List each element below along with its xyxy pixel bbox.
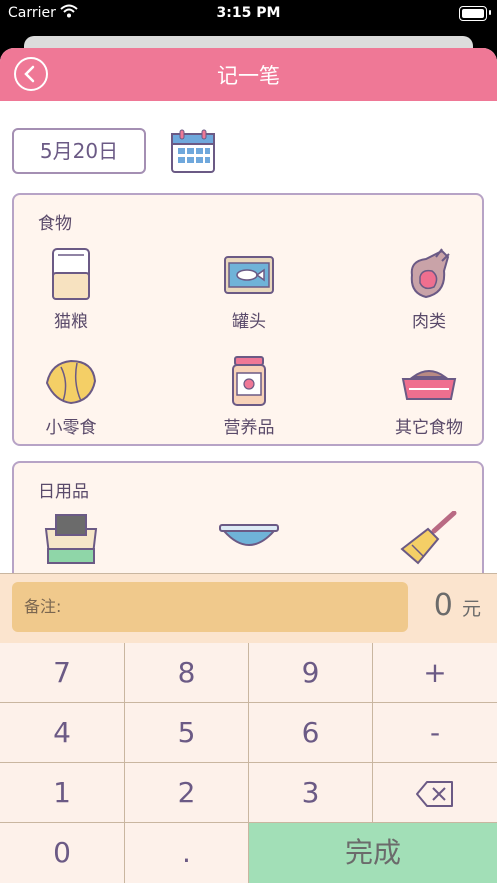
page-title: 记一笔 (217, 64, 280, 88)
food-bowl-icon (401, 370, 457, 400)
supplement-jar-icon (232, 356, 266, 406)
brush-icon (400, 511, 457, 565)
key-5[interactable]: 5 (125, 703, 249, 763)
cat-food-bag-icon (52, 248, 90, 300)
daily-goods-category-title: 日用品 (38, 482, 89, 502)
amount-unit: 元 (461, 598, 481, 620)
item-label: 肉类 (412, 312, 446, 332)
item-litter-box[interactable] (16, 511, 126, 567)
item-label: 小零食 (45, 418, 97, 438)
item-cat-food[interactable]: 猫粮 (16, 245, 126, 332)
meat-icon (410, 248, 450, 299)
remark-input[interactable]: 备注: (12, 582, 408, 632)
key-6[interactable]: 6 (249, 703, 373, 763)
croissant-icon (45, 359, 97, 405)
item-snack[interactable]: 小零食 (16, 353, 126, 438)
food-category-card: 食物 猫粮 罐头 肉类 小零食 营养品 其它食物 (12, 193, 484, 446)
food-category-title: 食物 (38, 214, 72, 234)
litter-box-icon (44, 514, 98, 564)
item-meat[interactable]: 肉类 (374, 245, 484, 332)
key-4[interactable]: 4 (0, 703, 125, 763)
item-bowl[interactable] (194, 511, 304, 567)
item-supplement[interactable]: 营养品 (194, 353, 304, 438)
nav-bar: 记一笔 (0, 48, 497, 101)
key-minus[interactable]: - (373, 703, 497, 763)
key-7[interactable]: 7 (0, 643, 125, 703)
item-can[interactable]: 罐头 (194, 245, 304, 332)
key-backspace[interactable] (373, 763, 497, 823)
key-plus[interactable]: + (373, 643, 497, 703)
amount-display: 0 元 (434, 588, 481, 623)
key-3[interactable]: 3 (249, 763, 373, 823)
item-label: 罐头 (232, 312, 266, 332)
key-dot[interactable]: . (125, 823, 249, 883)
keypad: 7 8 9 + 4 5 6 - 1 2 3 0 . 完成 (0, 643, 497, 883)
item-label: 营养品 (223, 418, 275, 438)
amount-value: 0 (433, 588, 453, 623)
date-field[interactable]: 5月20日 (12, 128, 146, 174)
key-2[interactable]: 2 (125, 763, 249, 823)
key-0[interactable]: 0 (0, 823, 125, 883)
status-bar: Carrier 3:15 PM (0, 0, 497, 28)
battery-icon (459, 6, 491, 21)
fish-can-icon (224, 256, 274, 294)
item-label: 其它食物 (395, 418, 463, 438)
record-sheet: 记一笔 5月20日 食物 猫粮 罐头 肉类 小零食 营养品 其它食物 日用品 备… (0, 48, 497, 883)
item-other-food[interactable]: 其它食物 (374, 353, 484, 438)
status-time: 3:15 PM (216, 5, 281, 21)
key-8[interactable]: 8 (125, 643, 249, 703)
key-1[interactable]: 1 (0, 763, 125, 823)
done-button[interactable]: 完成 (249, 823, 497, 883)
bowl-icon (219, 524, 279, 546)
key-9[interactable]: 9 (249, 643, 373, 703)
item-brush[interactable] (374, 511, 484, 567)
item-label: 猫粮 (54, 312, 88, 332)
calendar-icon[interactable] (170, 128, 216, 174)
remark-bar: 备注: 0 元 (0, 573, 497, 644)
backspace-icon (416, 781, 453, 807)
